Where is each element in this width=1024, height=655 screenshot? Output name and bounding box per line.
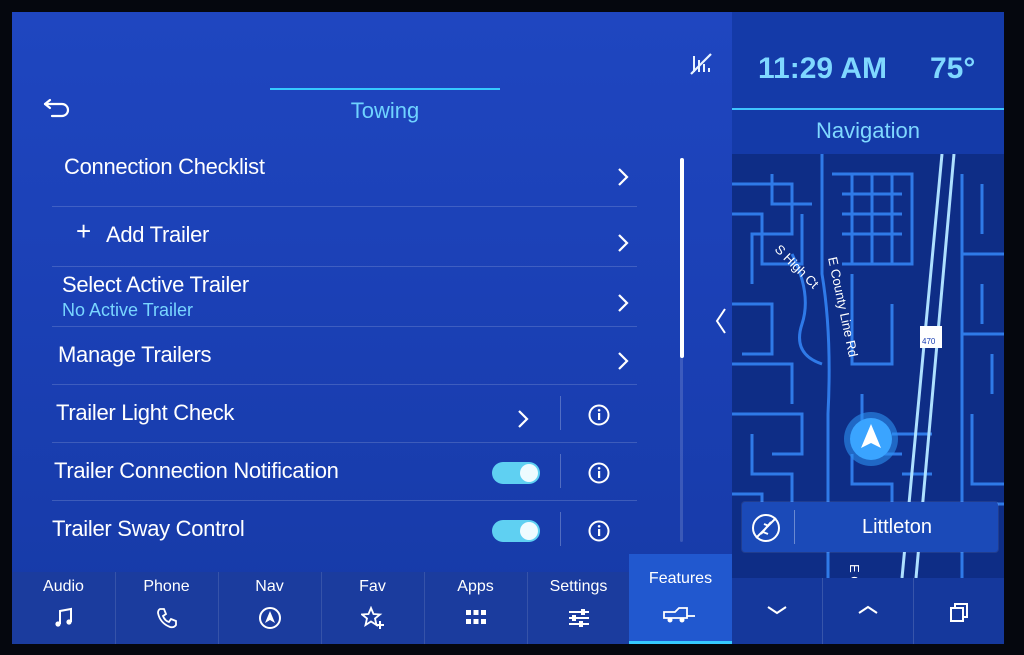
menu-item-sublabel: No Active Trailer [62, 300, 194, 320]
truck-trailer-icon [663, 607, 695, 623]
tab-label: Settings [549, 578, 608, 595]
back-icon[interactable] [42, 92, 76, 120]
divider [794, 510, 795, 544]
divider [560, 396, 561, 430]
stacked-windows-icon [950, 603, 968, 622]
tab-label: Fav [359, 578, 386, 595]
phone-icon [157, 608, 177, 629]
toggle-knob [520, 522, 538, 540]
clock: 11:29 AM [758, 52, 887, 85]
chevron-right-icon [618, 168, 629, 186]
tab-nav[interactable]: Nav [218, 572, 322, 644]
menu-item-label: Connection Checklist [64, 154, 265, 179]
chevron-right-icon [518, 410, 529, 428]
navigation-panel: 11:29 AM 75° Navigation S High Ct E Coun… [732, 12, 1004, 644]
menu-item-label: Trailer Sway Control [52, 516, 245, 541]
apps-grid-icon [466, 610, 486, 624]
vehicle-position-icon [844, 412, 898, 466]
switch-panel-button[interactable] [914, 578, 1004, 644]
chevron-down-icon [767, 606, 787, 615]
no-connectivity-icon [690, 53, 712, 75]
chevron-left-icon[interactable] [714, 306, 728, 336]
title-underline [270, 88, 500, 90]
panel-controls [732, 578, 1004, 644]
no-route-icon [752, 514, 780, 542]
bottom-nav-bar: Audio Phone Nav Fav Apps Settings [12, 572, 732, 644]
map-label-street: S High Ct [772, 242, 822, 292]
tab-phone[interactable]: Phone [115, 572, 219, 644]
expand-up-button[interactable] [823, 578, 914, 644]
tab-label: Nav [255, 578, 284, 595]
active-tab-indicator [629, 641, 732, 644]
menu-item-label: Trailer Light Check [56, 400, 235, 425]
menu-item-trailer-connection-notification: Trailer Connection Notification [52, 442, 637, 501]
map-label-road: E County Line Rd [825, 256, 861, 359]
music-note-icon [55, 607, 72, 627]
divider [560, 454, 561, 488]
nav-arrow-icon [259, 607, 281, 629]
menu-item-label: Manage Trailers [58, 342, 212, 367]
toggle-knob [520, 464, 538, 482]
menu-item-label: Add Trailer [106, 222, 210, 247]
chevron-right-icon [618, 234, 629, 252]
info-icon[interactable] [588, 462, 610, 484]
tab-features[interactable]: Features [629, 554, 732, 644]
tab-apps[interactable]: Apps [424, 572, 528, 644]
tab-label: Phone [143, 578, 190, 595]
menu-item-manage-trailers[interactable]: Manage Trailers [52, 326, 637, 385]
chevron-right-icon [618, 294, 629, 312]
tab-label: Apps [457, 578, 494, 595]
destination-button[interactable]: Littleton [742, 502, 998, 552]
info-icon[interactable] [588, 404, 610, 426]
sliders-icon [569, 609, 589, 627]
towing-panel: Towing Connection Checklist + Add Traile… [12, 12, 732, 572]
chevron-up-icon [858, 605, 878, 614]
menu-item-add-trailer[interactable]: + Add Trailer [52, 206, 637, 267]
trailer-connection-notification-toggle[interactable] [492, 462, 540, 484]
navigation-title: Navigation [816, 118, 920, 143]
destination-label: Littleton [861, 516, 933, 538]
outside-temperature: 75° [930, 52, 976, 85]
plus-icon: + [76, 216, 92, 246]
tab-label: Features [648, 570, 713, 587]
tab-label: Audio [43, 578, 84, 595]
menu-item-trailer-light-check[interactable]: Trailer Light Check [52, 384, 637, 443]
header-divider [732, 108, 1004, 110]
collapse-down-button[interactable] [732, 578, 823, 644]
menu-item-label: Select Active Trailer [62, 272, 249, 297]
menu-item-connection-checklist[interactable]: Connection Checklist [52, 150, 637, 207]
map-label-street-partial: E C [847, 564, 862, 578]
star-plus-icon [361, 606, 384, 629]
page-title: Towing [350, 98, 420, 123]
tab-audio[interactable]: Audio [12, 572, 116, 644]
chevron-right-icon [618, 352, 629, 370]
screen: Towing Connection Checklist + Add Traile… [12, 12, 1004, 644]
tab-fav[interactable]: Fav [321, 572, 425, 644]
divider [560, 512, 561, 546]
tab-settings[interactable]: Settings [527, 572, 631, 644]
menu-item-label: Trailer Connection Notification [54, 458, 339, 483]
scrollbar-thumb[interactable] [680, 158, 684, 358]
menu-item-select-active-trailer[interactable]: Select Active Trailer No Active Trailer [52, 266, 637, 327]
trailer-sway-control-toggle[interactable] [492, 520, 540, 542]
info-icon[interactable] [588, 520, 610, 542]
map-label-highway: 470 [922, 337, 936, 346]
menu-item-trailer-sway-control: Trailer Sway Control [52, 500, 637, 558]
